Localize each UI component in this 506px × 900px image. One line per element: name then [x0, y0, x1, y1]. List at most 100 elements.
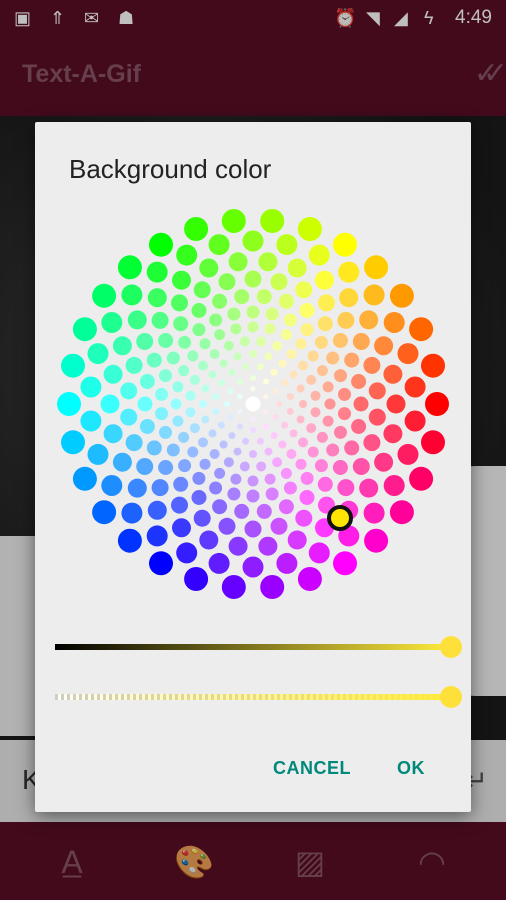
color-swatch[interactable]	[326, 443, 340, 457]
color-swatch[interactable]	[92, 500, 117, 525]
color-swatch[interactable]	[185, 390, 196, 401]
color-swatch[interactable]	[270, 273, 288, 291]
color-swatch[interactable]	[234, 503, 250, 519]
color-swatch[interactable]	[223, 340, 234, 351]
color-swatch[interactable]	[228, 536, 248, 556]
alpha-slider-handle[interactable]	[440, 686, 462, 708]
color-swatch[interactable]	[278, 499, 294, 515]
color-swatch[interactable]	[270, 368, 278, 376]
color-swatch[interactable]	[242, 230, 264, 252]
color-swatch[interactable]	[217, 379, 225, 387]
color-swatch[interactable]	[404, 410, 426, 432]
color-swatch[interactable]	[121, 502, 143, 524]
color-swatch[interactable]	[409, 317, 434, 342]
color-swatch[interactable]	[353, 396, 369, 412]
color-swatch[interactable]	[227, 487, 241, 501]
ok-button[interactable]: OK	[397, 758, 425, 779]
color-swatch[interactable]	[237, 394, 243, 399]
color-swatch[interactable]	[389, 283, 414, 308]
color-swatch[interactable]	[256, 289, 272, 305]
color-swatch[interactable]	[244, 270, 262, 288]
color-swatch[interactable]	[295, 458, 307, 470]
color-swatch[interactable]	[374, 452, 394, 472]
color-swatch[interactable]	[246, 489, 260, 503]
color-swatch[interactable]	[256, 461, 267, 472]
color-swatch[interactable]	[146, 352, 162, 368]
color-swatch[interactable]	[351, 374, 367, 389]
color-swatch[interactable]	[217, 421, 225, 429]
color-swatch[interactable]	[281, 421, 289, 429]
color-swatch[interactable]	[171, 496, 188, 514]
color-swatch[interactable]	[283, 481, 297, 495]
color-swatch[interactable]	[120, 408, 138, 426]
color-swatch[interactable]	[224, 401, 230, 407]
color-swatch[interactable]	[212, 293, 228, 309]
color-swatch[interactable]	[219, 440, 228, 449]
color-swatch[interactable]	[189, 374, 200, 385]
color-swatch[interactable]	[191, 490, 207, 505]
color-swatch[interactable]	[100, 394, 120, 414]
color-swatch[interactable]	[307, 350, 319, 362]
color-swatch[interactable]	[199, 400, 207, 408]
color-swatch[interactable]	[260, 575, 285, 599]
color-swatch[interactable]	[209, 481, 223, 495]
color-swatch[interactable]	[421, 353, 445, 378]
color-swatch[interactable]	[208, 234, 230, 256]
color-swatch[interactable]	[299, 490, 315, 505]
color-swatch[interactable]	[223, 457, 234, 468]
color-swatch[interactable]	[278, 440, 287, 449]
selected-color-indicator[interactable]	[327, 505, 353, 531]
color-swatch[interactable]	[172, 381, 184, 393]
cancel-button[interactable]: CANCEL	[273, 758, 351, 779]
color-swatch[interactable]	[209, 349, 220, 359]
color-swatch[interactable]	[404, 376, 426, 398]
color-swatch[interactable]	[272, 414, 279, 420]
color-swatch[interactable]	[281, 379, 289, 387]
color-swatch[interactable]	[297, 217, 322, 241]
color-swatch[interactable]	[314, 335, 328, 349]
color-swatch[interactable]	[155, 407, 168, 421]
color-swatch[interactable]	[57, 392, 81, 416]
color-swatch[interactable]	[193, 509, 211, 527]
color-swatch[interactable]	[306, 423, 317, 434]
color-swatch[interactable]	[137, 396, 153, 412]
color-swatch[interactable]	[201, 384, 210, 393]
color-swatch[interactable]	[221, 209, 246, 233]
color-swatch[interactable]	[208, 370, 217, 379]
color-swatch[interactable]	[338, 407, 351, 421]
color-swatch[interactable]	[227, 414, 234, 420]
color-swatch[interactable]	[286, 349, 297, 359]
color-swatch[interactable]	[198, 360, 208, 371]
color-swatch[interactable]	[264, 473, 276, 485]
color-swatch[interactable]	[72, 317, 97, 342]
color-swatch[interactable]	[258, 536, 278, 556]
color-swatch[interactable]	[117, 255, 142, 280]
color-swatch[interactable]	[314, 459, 328, 473]
color-swatch[interactable]	[334, 369, 347, 383]
color-swatch[interactable]	[351, 419, 367, 434]
color-swatch[interactable]	[300, 471, 314, 485]
color-swatch[interactable]	[256, 336, 267, 347]
color-swatch[interactable]	[227, 388, 234, 394]
color-swatch[interactable]	[228, 368, 236, 376]
color-swatch[interactable]	[201, 415, 210, 424]
color-swatch[interactable]	[286, 407, 294, 415]
color-swatch[interactable]	[425, 392, 449, 416]
color-swatch[interactable]	[260, 209, 285, 233]
color-wheel[interactable]	[35, 122, 471, 622]
color-swatch[interactable]	[299, 303, 315, 318]
color-swatch[interactable]	[363, 356, 381, 374]
color-swatch[interactable]	[332, 333, 348, 348]
color-swatch[interactable]	[318, 294, 335, 312]
color-swatch[interactable]	[149, 232, 173, 257]
color-swatch[interactable]	[237, 423, 243, 430]
color-swatch[interactable]	[295, 509, 313, 527]
color-swatch[interactable]	[121, 284, 143, 306]
color-swatch[interactable]	[244, 520, 262, 538]
color-swatch[interactable]	[103, 364, 123, 384]
color-swatch[interactable]	[127, 478, 147, 498]
color-swatch[interactable]	[214, 329, 226, 341]
color-swatch[interactable]	[298, 360, 308, 371]
brightness-slider[interactable]	[55, 644, 451, 650]
color-swatch[interactable]	[87, 443, 109, 465]
